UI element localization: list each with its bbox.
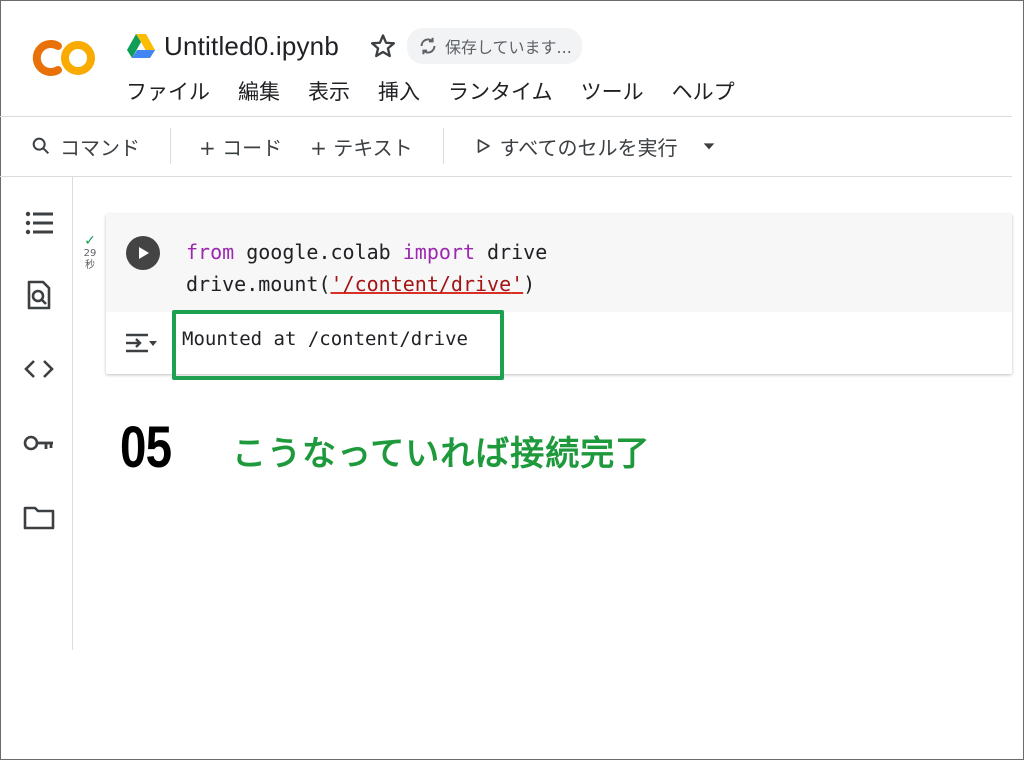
run-options-dropdown[interactable] — [701, 138, 725, 154]
execution-time-unit: 秒 — [85, 260, 95, 271]
command-palette-button[interactable]: コマンド — [30, 132, 140, 161]
menu-tools[interactable]: ツール — [581, 76, 644, 106]
menu-runtime[interactable]: ランタイム — [448, 76, 553, 106]
output-options-icon[interactable] — [122, 328, 158, 358]
title-row: Untitled0.ipynb 保存しています... — [126, 28, 582, 64]
run-all-button[interactable]: すべてのセルを実行 — [474, 132, 678, 161]
step-number: 05 — [120, 415, 172, 480]
menu-insert[interactable]: 挿入 — [378, 76, 420, 106]
keyword-from: from — [186, 240, 235, 264]
execution-check-icon: ✓ — [84, 233, 96, 249]
toolbar-separator — [442, 128, 444, 164]
menu-view[interactable]: 表示 — [308, 76, 350, 106]
add-text-label: + テキスト — [310, 135, 413, 160]
cell-execution-status: ✓ 29 秒 — [80, 234, 100, 272]
play-outline-icon — [477, 139, 490, 153]
menu-bar: ファイル 編集 表示 挿入 ランタイム ツール ヘルプ — [126, 76, 763, 106]
execution-time: 29 — [83, 248, 97, 259]
menu-file[interactable]: ファイル — [126, 76, 210, 106]
sync-icon — [420, 37, 436, 55]
keyword-import: import — [402, 240, 475, 264]
add-code-button[interactable]: + コード — [199, 132, 282, 161]
code-import-name: drive — [475, 240, 548, 264]
screenshot-frame — [0, 0, 1024, 760]
code-quote-open: ' — [330, 272, 343, 296]
star-icon[interactable] — [369, 32, 397, 60]
add-code-label: + コード — [199, 135, 283, 160]
save-status: 保存しています... — [407, 28, 582, 64]
toolbar-separator — [170, 128, 171, 164]
code-editor[interactable]: from google.colab import drive drive.mou… — [106, 214, 1012, 312]
menu-help[interactable]: ヘルプ — [672, 76, 735, 106]
toolbar-bottom-divider — [0, 176, 1012, 177]
code-call-close: ) — [523, 272, 536, 296]
menu-edit[interactable]: 編集 — [238, 76, 280, 106]
code-module: google.colab — [234, 240, 403, 264]
files-folder-icon[interactable] — [22, 500, 56, 534]
code-call: drive.mount( — [186, 272, 331, 296]
google-drive-icon[interactable] — [126, 33, 156, 59]
caret-down-icon — [704, 143, 715, 150]
annotation-caption: こうなっていれば接続完了 — [232, 434, 651, 474]
colab-logo[interactable] — [28, 36, 100, 80]
code-text[interactable]: from google.colab import drive drive.mou… — [186, 236, 547, 300]
left-sidebar — [0, 176, 73, 650]
toolbar: コマンド + コード + テキスト すべてのセルを実行 — [0, 118, 1012, 174]
code-string: /content/drive — [342, 272, 512, 296]
add-text-button[interactable]: + テキスト — [310, 132, 413, 161]
notebook-title[interactable]: Untitled0.ipynb — [164, 31, 339, 62]
output-highlight-box — [172, 310, 504, 380]
secrets-key-icon[interactable] — [22, 426, 56, 460]
table-of-contents-icon[interactable] — [22, 206, 56, 240]
command-label: コマンド — [60, 135, 140, 160]
save-status-text: 保存しています... — [445, 38, 572, 57]
toolbar-top-divider — [0, 116, 1012, 117]
find-in-document-icon[interactable] — [22, 278, 56, 312]
run-all-label: すべてのセルを実行 — [499, 135, 678, 160]
code-snippets-icon[interactable] — [22, 352, 56, 386]
run-cell-button[interactable] — [126, 236, 160, 270]
code-quote-close: ' — [511, 272, 524, 296]
play-icon — [139, 247, 149, 259]
search-icon — [32, 137, 50, 155]
